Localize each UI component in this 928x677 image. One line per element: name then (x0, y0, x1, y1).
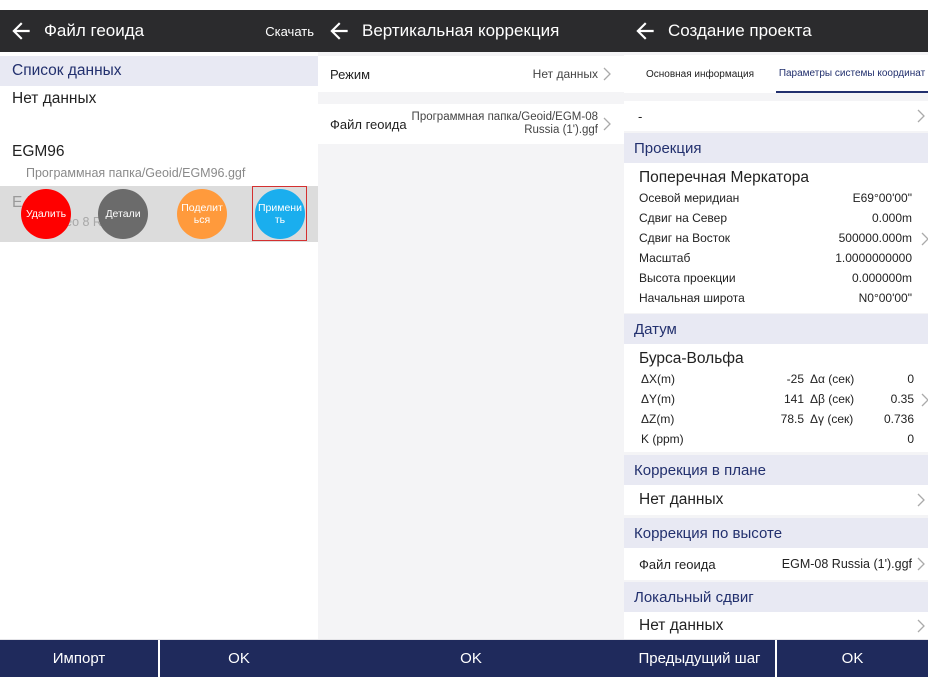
chevron-right-icon (917, 619, 925, 632)
mode-label: Режим (330, 66, 371, 82)
page-title: Создание проекта (668, 21, 812, 40)
coordinate-system-value: - (638, 108, 643, 124)
datum-value: 141 (783, 392, 804, 406)
mode-row[interactable]: Режим Нет данных (318, 56, 624, 92)
chevron-right-icon (917, 557, 925, 571)
datum-value: 0 (907, 372, 914, 386)
ok-button[interactable]: OK (318, 640, 624, 677)
back-arrow-icon[interactable] (632, 18, 658, 44)
projection-row: Осевой меридиан E69°00'00" (639, 191, 912, 205)
share-button[interactable]: Поделит ься (177, 189, 227, 239)
bottom-bar: Импорт OK (0, 639, 318, 677)
geoid-file-row[interactable]: Файл геоида Программная папка/Geoid/EGM-… (318, 104, 624, 144)
datum-label: ΔX(m) (641, 372, 676, 386)
datum-label: Δβ (сек) (810, 392, 855, 406)
datum-value: 0.35 (890, 392, 914, 406)
chevron-right-icon (603, 67, 611, 81)
bottom-bar: Предыдущий шаг OK (624, 639, 928, 677)
download-button[interactable]: Скачать (265, 24, 314, 39)
no-data-item[interactable]: Нет данных (12, 90, 96, 108)
bottom-bar: OK (318, 639, 624, 677)
local-shift-value: Нет данных (639, 616, 724, 634)
datum-label: ΔZ(m) (641, 412, 675, 426)
coordinate-system-row[interactable]: - (624, 101, 928, 131)
back-arrow-icon[interactable] (326, 18, 352, 44)
delete-button[interactable]: Удалить (21, 189, 71, 239)
page-title: Файл геоида (44, 21, 145, 40)
list-item-name[interactable]: EGM96 (12, 143, 65, 161)
datum-block[interactable]: Бурса-Вольфа ΔX(m) -25 Δα (сек) 0 ΔY(m) … (624, 344, 928, 452)
back-arrow-icon[interactable] (8, 18, 34, 44)
height-correction-header: Коррекция по высоте (624, 518, 928, 548)
chevron-right-icon (603, 117, 611, 131)
page-title: Вертикальная коррекция (362, 21, 560, 40)
apply-button[interactable]: Примени ть (255, 189, 305, 239)
projection-row: Сдвиг на Север 0.000m (639, 211, 912, 225)
projection-block[interactable]: Поперечная Меркатора Осевой меридиан E69°… (624, 163, 928, 313)
geoid-file-value: Программная папка/Geoid/EGM-08 Russia (1… (411, 111, 598, 136)
previous-step-button[interactable]: Предыдущий шаг (624, 640, 775, 677)
local-shift-row[interactable]: Нет данных (624, 612, 928, 639)
status-gap (624, 0, 928, 10)
datum-header: Датум (624, 314, 928, 344)
chevron-right-icon (917, 109, 925, 123)
tab-basic-info[interactable]: Основная информация (624, 55, 776, 93)
height-geoid-value: EGM-08 Russia (1').ggf (781, 557, 912, 571)
geoid-file-screen: Файл геоида Скачать Список данных Нет да… (0, 0, 318, 677)
status-gap (0, 0, 318, 10)
geoid-file-label: Файл геоида (330, 116, 407, 132)
app-bar: Создание проекта (624, 10, 928, 52)
local-shift-header: Локальный сдвиг (624, 582, 928, 612)
datum-value: 0 (907, 432, 914, 446)
details-button[interactable]: Детали (98, 189, 148, 239)
vertical-correction-screen: Вертикальная коррекция Режим Нет данных … (318, 0, 624, 677)
chevron-right-icon (921, 232, 928, 246)
import-button[interactable]: Импорт (0, 640, 158, 677)
plane-correction-value: Нет данных (639, 491, 724, 508)
projection-name: Поперечная Меркатора (639, 169, 809, 186)
datum-label: Δα (сек) (810, 372, 855, 386)
create-project-screen: Создание проекта Основная информация Пар… (624, 0, 928, 677)
mode-value: Нет данных (532, 67, 598, 81)
swiped-list-item[interactable]: E Rus мна /Geo 8 Ru Удалить Детали Подел… (0, 186, 318, 242)
datum-value: 0.736 (883, 412, 914, 426)
chevron-right-icon (921, 393, 928, 407)
projection-row: Сдвиг на Восток 500000.000m (639, 231, 912, 245)
app-bar: Файл геоида Скачать (0, 10, 318, 52)
list-header: Список данных (0, 56, 318, 86)
tab-coordinate-params[interactable]: Параметры системы координат (776, 55, 928, 93)
plane-correction-header: Коррекция в плане (624, 455, 928, 485)
height-geoid-label: Файл геоида (639, 556, 716, 572)
plane-correction-row[interactable]: Нет данных (624, 485, 928, 515)
projection-row: Начальная широта N0°00'00" (639, 291, 912, 305)
datum-value: 78.5 (780, 412, 804, 426)
datum-label: ΔY(m) (641, 392, 676, 406)
height-correction-row[interactable]: Файл геоида EGM-08 Russia (1').ggf (624, 548, 928, 580)
app-bar: Вертикальная коррекция (318, 10, 624, 52)
status-gap (318, 0, 624, 10)
datum-value: -25 (786, 372, 804, 386)
datum-name: Бурса-Вольфа (639, 350, 744, 367)
chevron-right-icon (917, 493, 925, 507)
projection-row: Масштаб 1.0000000000 (639, 251, 912, 265)
tab-bar: Основная информация Параметры системы ко… (624, 55, 928, 93)
ok-button[interactable]: OK (777, 640, 928, 677)
projection-header: Проекция (624, 133, 928, 163)
datum-label: Δγ (сек) (810, 412, 854, 426)
datum-label: K (ppm) (641, 432, 684, 446)
ok-button[interactable]: OK (160, 640, 318, 677)
projection-row: Высота проекции 0.000000m (639, 271, 912, 285)
list-item-path: Программная папка/Geoid/EGM96.ggf (26, 166, 246, 180)
